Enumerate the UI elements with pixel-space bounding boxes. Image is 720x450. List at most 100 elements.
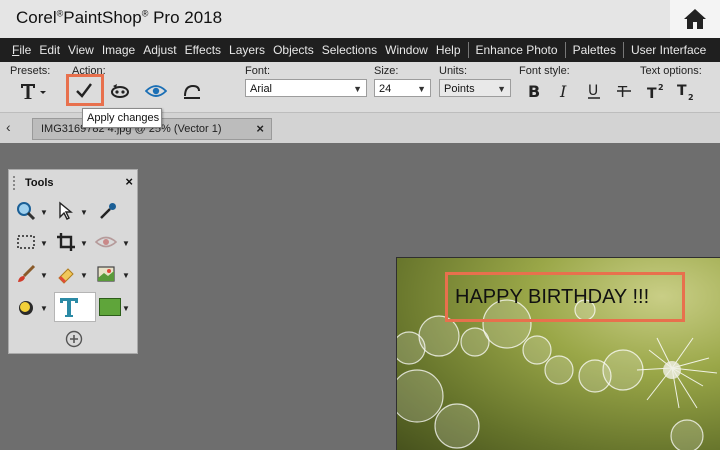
red-eye-icon: [95, 236, 117, 248]
tools-palette: Tools × ▼ ▼ ▼ ▼ ▼ ▼ ▼ ▼ ▼ ▼: [8, 169, 138, 354]
selection-tool[interactable]: [15, 231, 37, 253]
underline-icon: U: [588, 83, 600, 99]
italic-icon: I: [559, 82, 567, 100]
picture-tube-icon: [97, 266, 115, 282]
font-select[interactable]: Arial ▼: [245, 79, 367, 97]
menu-window[interactable]: Window: [381, 38, 432, 62]
apply-button-highlight: [66, 74, 104, 106]
magnifier-icon: [17, 202, 36, 221]
dropper-tool[interactable]: [97, 200, 119, 222]
svg-text:T: T: [647, 86, 657, 100]
zoom-tool[interactable]: [15, 200, 37, 222]
app-title-mid: PaintShop: [63, 8, 142, 27]
strikethrough-button[interactable]: T: [610, 79, 638, 103]
menu-objects[interactable]: Objects: [269, 38, 318, 62]
chevron-down-icon: ▼: [417, 84, 426, 94]
view-toggle-button[interactable]: [142, 79, 170, 103]
text-options-label: Text options:: [640, 65, 702, 77]
italic-button[interactable]: I: [550, 79, 578, 103]
svg-text:2: 2: [658, 83, 664, 92]
svg-text:U: U: [588, 83, 598, 99]
fill-tool-dropdown-icon[interactable]: ▼: [40, 304, 48, 313]
shape-tool[interactable]: [99, 298, 121, 316]
marquee-icon: [17, 235, 35, 249]
eraser-tool[interactable]: [55, 263, 77, 285]
menu-edit[interactable]: Edit: [35, 38, 64, 62]
subscript-button[interactable]: T2: [672, 79, 700, 103]
paint-bucket-icon: [19, 301, 33, 315]
svg-text:2: 2: [688, 93, 694, 100]
units-select[interactable]: Points ▼: [439, 79, 511, 97]
menu-selections[interactable]: Selections: [318, 38, 381, 62]
crop-tool[interactable]: [55, 231, 77, 253]
picture-tube-tool[interactable]: [95, 263, 117, 285]
close-tab-icon[interactable]: ×: [256, 119, 264, 139]
menu-bar: File Edit View Image Adjust Effects Laye…: [0, 38, 720, 62]
tool-options-bar: Presets: Action: Font: Arial ▼ Size: 24 …: [0, 62, 720, 113]
menu-palettes[interactable]: Palettes: [569, 38, 620, 62]
menu-user-interface[interactable]: User Interface: [627, 38, 710, 62]
menu-adjust[interactable]: Adjust: [139, 38, 180, 62]
zoom-tool-dropdown-icon[interactable]: ▼: [40, 208, 48, 217]
pointer-arrow-icon: [59, 201, 73, 220]
menu-image[interactable]: Image: [98, 38, 139, 62]
text-object-highlight: [445, 272, 685, 322]
units-value: Points: [444, 83, 475, 95]
add-tool-button[interactable]: [63, 328, 85, 350]
text-tool-active[interactable]: [54, 292, 96, 322]
menu-help[interactable]: Help: [432, 38, 465, 62]
menu-file[interactable]: File: [8, 38, 35, 62]
fill-tool[interactable]: [15, 296, 37, 318]
underline-button[interactable]: U: [580, 79, 608, 103]
size-value: 24: [379, 83, 392, 95]
subscript-icon: T2: [677, 83, 694, 100]
shape-tool-dropdown-icon[interactable]: ▼: [122, 304, 130, 313]
home-button[interactable]: [670, 0, 720, 38]
app-title: Corel®PaintShop® Pro 2018: [16, 8, 222, 28]
red-eye-tool[interactable]: [95, 231, 117, 253]
close-icon[interactable]: ×: [125, 174, 133, 189]
crop-tool-dropdown-icon[interactable]: ▼: [80, 239, 88, 248]
tab-scroll-left-icon[interactable]: ‹: [6, 119, 11, 135]
svg-text:I: I: [559, 82, 567, 100]
chevron-down-icon: ▼: [497, 84, 506, 94]
size-select[interactable]: 24 ▼: [374, 79, 431, 97]
text-on-path-icon: [184, 84, 200, 99]
pick-tool[interactable]: [55, 200, 77, 222]
text-tool-icon: [60, 298, 78, 317]
eraser-tool-dropdown-icon[interactable]: ▼: [80, 271, 88, 280]
selection-tool-dropdown-icon[interactable]: ▼: [40, 239, 48, 248]
text-path-button[interactable]: [178, 79, 206, 103]
paint-brush-tool[interactable]: [15, 263, 37, 285]
registered-mark-2: ®: [141, 8, 149, 19]
menu-divider: [564, 42, 566, 58]
cancel-changes-button[interactable]: [106, 79, 134, 103]
palette-grip[interactable]: [13, 176, 18, 190]
size-label: Size:: [374, 65, 399, 77]
menu-file-label: ile: [19, 43, 32, 57]
menu-view[interactable]: View: [64, 38, 98, 62]
presets-label: Presets:: [10, 65, 51, 77]
red-eye-tool-dropdown-icon[interactable]: ▼: [122, 239, 130, 248]
svg-text:B: B: [528, 82, 540, 100]
title-bar: Corel®PaintShop® Pro 2018: [0, 0, 720, 38]
app-title-brand: Corel: [16, 8, 57, 27]
picture-tube-dropdown-icon[interactable]: ▼: [122, 271, 130, 280]
chevron-down-icon: ▼: [353, 84, 362, 94]
font-value: Arial: [250, 83, 273, 95]
app-title-tail: Pro 2018: [153, 8, 223, 27]
eyedropper-icon: [100, 203, 116, 219]
menu-effects[interactable]: Effects: [181, 38, 225, 62]
menu-enhance-photo[interactable]: Enhance Photo: [472, 38, 562, 62]
pick-tool-dropdown-icon[interactable]: ▼: [80, 208, 88, 217]
presets-dropdown[interactable]: [16, 79, 50, 103]
bold-button[interactable]: B: [520, 79, 548, 103]
undo-shape-icon: [111, 84, 129, 98]
svg-text:T: T: [677, 83, 687, 99]
superscript-button[interactable]: T2: [642, 79, 670, 103]
font-style-label: Font style:: [519, 65, 570, 77]
text-preset-icon: [21, 84, 46, 99]
brush-tool-dropdown-icon[interactable]: ▼: [40, 271, 48, 280]
menu-layers[interactable]: Layers: [225, 38, 269, 62]
strikethrough-icon: T: [617, 83, 631, 100]
